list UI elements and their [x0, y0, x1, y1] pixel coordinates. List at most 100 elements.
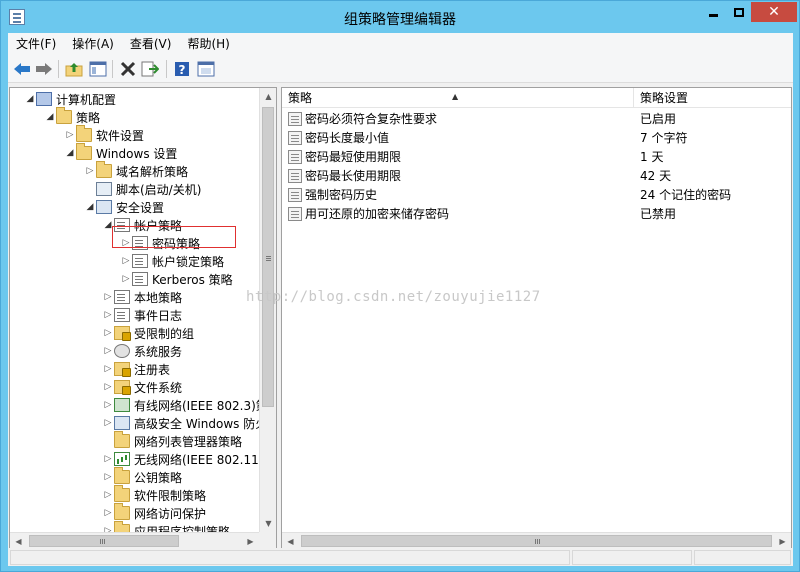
toolbar-separator [58, 60, 59, 78]
grip-icon [535, 539, 536, 544]
menu-bar: 文件(F) 操作(A) 查看(V) 帮助(H) [8, 33, 793, 55]
expand-arrow-icon[interactable]: ▷ [102, 472, 114, 482]
tree-item-network-list[interactable]: 网络列表管理器策略 [102, 431, 242, 450]
tree-item-public-key[interactable]: ▷ 公钥策略 [102, 467, 182, 486]
maximize-button[interactable] [725, 2, 753, 22]
tree-item-app-control[interactable]: ▷ 应用程序控制策略 [102, 521, 230, 532]
forward-button[interactable] [34, 59, 54, 79]
scroll-thumb[interactable] [262, 107, 274, 407]
menu-action[interactable]: 操作(A) [64, 33, 122, 55]
scroll-down-button[interactable]: ▼ [260, 515, 277, 532]
tree-item-windows-settings[interactable]: ◢ Windows 设置 [64, 143, 177, 162]
close-icon: ✕ [768, 4, 780, 20]
minimize-button[interactable] [699, 2, 727, 22]
delete-button[interactable] [118, 59, 138, 79]
collapse-arrow-icon[interactable]: ◢ [84, 202, 96, 212]
tree-item-software-restriction[interactable]: ▷ 软件限制策略 [102, 485, 206, 504]
grip-icon [100, 539, 101, 544]
tree-item-kerberos[interactable]: ▷ Kerberos 策略 [120, 270, 233, 288]
expand-arrow-icon[interactable]: ▷ [102, 310, 114, 320]
sort-ascending-icon: ▲ [452, 92, 459, 101]
expand-arrow-icon[interactable]: ▷ [102, 454, 114, 464]
tree-item-local-policies[interactable]: ▷ 本地策略 [102, 288, 182, 306]
watermark-text: http://blog.csdn.net/zouyujie1127 [246, 289, 541, 305]
show-hide-tree-button[interactable] [88, 59, 108, 79]
expand-arrow-icon[interactable]: ▷ [102, 346, 114, 356]
expand-arrow-icon[interactable]: ▷ [102, 508, 114, 518]
tree-item-nap[interactable]: ▷ 网络访问保护 [102, 503, 207, 522]
expand-arrow-icon[interactable]: ▷ [102, 382, 114, 392]
window-title: 组策略管理编辑器 [344, 12, 456, 28]
tree-item-computer-config[interactable]: ◢ 计算机配置 [24, 90, 116, 108]
list-item[interactable]: 密码最长使用期限 42 天 [282, 166, 791, 185]
policy-name-cell: 用可还原的加密来储存密码 [282, 205, 634, 222]
scroll-thumb[interactable] [29, 535, 179, 547]
expand-arrow-icon[interactable]: ▷ [120, 274, 132, 284]
tree-item-scripts[interactable]: 脚本(启动/关机) [84, 180, 201, 198]
minimize-icon [708, 13, 718, 17]
tree-item-label: 网络访问保护 [134, 506, 207, 521]
back-button[interactable] [12, 59, 32, 79]
collapse-arrow-icon[interactable]: ◢ [44, 112, 56, 122]
tree-item-name-resolution[interactable]: ▷ 域名解析策略 [84, 161, 188, 180]
tree-item-restricted-groups[interactable]: ▷ 受限制的组 [102, 324, 194, 342]
list-item[interactable]: 用可还原的加密来储存密码 已禁用 [282, 204, 791, 223]
up-level-button[interactable] [64, 59, 84, 79]
policy-list-pane: 策略 ▲ 策略设置 密码必须符合复杂性要求 已启用密码长度最小值 7 个字符 密码最短… [281, 87, 792, 551]
tree-item-wireless-network[interactable]: ▷ 无线网络(IEEE 802.11)策 [102, 450, 259, 468]
properties-button[interactable] [196, 59, 216, 79]
help-button[interactable]: ? [172, 59, 192, 79]
tree-item-file-system[interactable]: ▷ 文件系统 [102, 378, 182, 396]
expand-arrow-icon[interactable]: ▷ [102, 400, 114, 410]
expand-arrow-icon[interactable]: ▷ [102, 292, 114, 302]
list-item[interactable]: 密码必须符合复杂性要求 已启用 [282, 109, 791, 128]
tree-item-label: 受限制的组 [134, 326, 195, 341]
tree-item-account-lockout[interactable]: ▷ 帐户锁定策略 [120, 252, 224, 270]
tree-item-system-services[interactable]: ▷ 系统服务 [102, 342, 182, 360]
policy-name: 密码必须符合复杂性要求 [305, 112, 438, 126]
tree-pane[interactable]: ◢ 计算机配置 ◢ 策略 ▷ 软件设置 ◢ Windows 设置 ▷ 域名解析策略 脚本(启动/关机… [9, 87, 277, 551]
expand-arrow-icon[interactable]: ▷ [102, 364, 114, 374]
tree-item-label: 事件日志 [134, 308, 183, 323]
tree-item-registry[interactable]: ▷ 注册表 [102, 360, 170, 378]
export-button[interactable] [140, 59, 160, 79]
policy-setting: 24 个记住的密码 [640, 188, 732, 202]
policy-name-cell: 密码最长使用期限 [282, 167, 634, 184]
collapse-arrow-icon[interactable]: ◢ [24, 94, 36, 104]
expand-arrow-icon[interactable]: ▷ [64, 130, 76, 140]
tree-item-security-settings[interactable]: ◢ 安全设置 [84, 198, 164, 216]
column-header-policy[interactable]: 策略 ▲ [282, 88, 634, 108]
expand-arrow-icon[interactable]: ▷ [102, 328, 114, 338]
tree-item-label: Kerberos 策略 [152, 272, 233, 287]
computer-icon [36, 92, 52, 106]
menu-help[interactable]: 帮助(H) [179, 33, 237, 55]
tree-item-label: 软件设置 [96, 128, 145, 143]
expand-arrow-icon[interactable]: ▷ [84, 166, 96, 176]
policy-icon [288, 187, 302, 202]
menu-file[interactable]: 文件(F) [8, 33, 64, 55]
tree-item-firewall[interactable]: ▷ 高级安全 Windows 防火 [102, 414, 259, 432]
close-button[interactable]: ✕ [751, 2, 797, 22]
expand-arrow-icon[interactable]: ▷ [120, 256, 132, 266]
toolbar-separator [112, 60, 113, 78]
expand-arrow-icon[interactable]: ▷ [102, 418, 114, 428]
tree-item-software-settings[interactable]: ▷ 软件设置 [64, 125, 145, 144]
scroll-up-button[interactable]: ▲ [260, 88, 277, 105]
expand-arrow-icon[interactable]: ▷ [102, 490, 114, 500]
menu-view[interactable]: 查看(V) [122, 33, 180, 55]
list-item[interactable]: 强制密码历史 24 个记住的密码 [282, 185, 791, 204]
tree-item-policies[interactable]: ◢ 策略 [44, 107, 100, 126]
policy-setting: 已启用 [640, 112, 677, 126]
collapse-arrow-icon[interactable]: ◢ [64, 148, 76, 158]
gear-icon [114, 344, 130, 358]
tree-item-wired-network[interactable]: ▷ 有线网络(IEEE 802.3)策 [102, 396, 259, 414]
title-bar[interactable]: 组策略管理编辑器 ✕ [1, 1, 799, 33]
tree-item-label: 有线网络(IEEE 802.3)策 [134, 398, 259, 413]
list-header: 策略 ▲ 策略设置 [282, 88, 791, 108]
tree-item-event-log[interactable]: ▷ 事件日志 [102, 306, 182, 324]
list-item[interactable]: 密码最短使用期限 1 天 [282, 147, 791, 166]
column-header-setting[interactable]: 策略设置 [634, 88, 791, 108]
tree-vertical-scrollbar[interactable]: ▲ ▼ [259, 88, 276, 532]
scroll-thumb[interactable] [301, 535, 772, 547]
list-item[interactable]: 密码长度最小值 7 个字符 [282, 128, 791, 147]
